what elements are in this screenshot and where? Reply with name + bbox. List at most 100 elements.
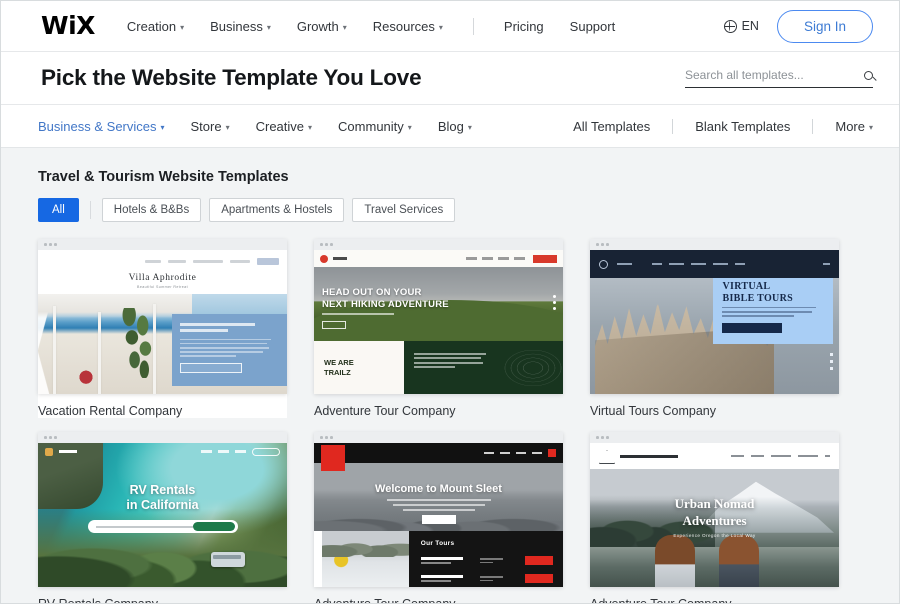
badge-line: WE ARE <box>324 357 354 367</box>
template-label: Virtual Tours Company <box>590 404 716 418</box>
category-blog[interactable]: Blog ▾ <box>438 119 472 134</box>
preview-hero: VIRTUAL BIBLE TOURS <box>590 278 839 394</box>
preview-nav-link <box>193 259 223 263</box>
chrome-dot-icon <box>44 436 47 439</box>
filter-hotels-bbs[interactable]: Hotels & B&Bs <box>101 198 202 222</box>
tour-meta-line <box>479 557 504 560</box>
browser-chrome <box>38 432 287 443</box>
link-all-templates[interactable]: All Templates <box>573 119 650 134</box>
template-label: RV Rentals Company <box>38 597 158 604</box>
preview-hero: Urban Nomad Adventures Experience Oregon… <box>590 469 839 587</box>
template-thumbnail[interactable]: RV Rentals in California <box>38 432 287 587</box>
template-card[interactable]: VIRTUAL BIBLE TOURS Virtual Tours Compan… <box>590 239 839 418</box>
chevron-down-icon: ▾ <box>266 22 271 32</box>
tours-section-title: Our Tours <box>420 540 455 547</box>
preview-logo-text <box>59 450 77 453</box>
tour-name-line <box>420 579 452 582</box>
chevron-down-icon: ▾ <box>467 122 472 132</box>
template-thumbnail[interactable]: VIRTUAL BIBLE TOURS <box>590 239 839 394</box>
template-card[interactable]: Urban Nomad Adventures Experience Oregon… <box>590 432 839 604</box>
chrome-dot-icon <box>320 436 323 439</box>
link-more[interactable]: More ▾ <box>835 119 873 134</box>
chevron-down-icon: ▾ <box>438 22 443 32</box>
template-thumbnail[interactable]: Welcome to Mount Sleet Our Tours <box>314 432 563 587</box>
filter-apartments-hostels[interactable]: Apartments & Hostels <box>209 198 345 222</box>
template-thumbnail[interactable]: Urban Nomad Adventures Experience Oregon… <box>590 432 839 587</box>
filter-travel-services[interactable]: Travel Services <box>352 198 456 222</box>
preview-cart-icon <box>548 449 556 457</box>
section-title: Travel & Tourism Website Templates <box>38 169 289 185</box>
category-label: Business & Services <box>38 118 157 134</box>
preview-navbar <box>590 443 839 469</box>
category-store[interactable]: Store ▾ <box>191 119 230 134</box>
nav-item-resources[interactable]: Resources ▾ <box>373 19 443 34</box>
nav-item-business[interactable]: Business ▾ <box>210 19 271 34</box>
title-row: Pick the Website Template You Love <box>1 52 899 105</box>
chevron-down-icon: ▾ <box>308 122 313 132</box>
preview-nav-link <box>482 257 493 260</box>
nav-item-growth[interactable]: Growth ▾ <box>297 19 347 34</box>
panel-body-line <box>180 351 264 353</box>
nav-item-creation[interactable]: Creation ▾ <box>127 19 184 34</box>
beam-graphic <box>97 311 101 394</box>
category-creative[interactable]: Creative ▾ <box>256 119 312 134</box>
template-thumbnail[interactable]: HEAD OUT ON YOUR NEXT HIKING ADVENTURE W… <box>314 239 563 394</box>
card-title-line: VIRTUAL <box>722 281 771 292</box>
preview-search-button <box>192 522 235 531</box>
slider-dot-icon <box>830 360 833 363</box>
preview-logo-icon <box>599 259 608 269</box>
template-card[interactable]: HEAD OUT ON YOUR NEXT HIKING ADVENTURE W… <box>314 239 563 418</box>
search-input[interactable] <box>685 68 858 82</box>
preview-navbar <box>314 250 563 267</box>
wix-logo[interactable]: WiX <box>41 13 95 38</box>
page-title: Pick the Website Template You Love <box>41 65 422 90</box>
template-label: Adventure Tour Company <box>590 597 732 604</box>
preview-nav-link <box>466 257 477 260</box>
category-community[interactable]: Community ▾ <box>338 119 412 134</box>
preview-headline: RV Rentals in California <box>126 483 198 513</box>
preview-nav-button <box>252 447 280 456</box>
nav-label: Business <box>210 18 263 34</box>
nav-item-pricing[interactable]: Pricing <box>504 19 544 34</box>
headline-line: Urban Nomad <box>674 496 755 511</box>
preview-nav-link <box>731 454 744 458</box>
chrome-dot-icon <box>330 243 333 246</box>
preview-nav-link <box>514 257 525 260</box>
search-bar[interactable] <box>685 68 873 88</box>
category-label: Creative <box>255 118 305 134</box>
main-navigation: Creation ▾ Business ▾ Growth ▾ Resources… <box>127 17 616 35</box>
more-label: More <box>835 118 865 134</box>
topography-graphic <box>497 345 563 391</box>
search-icon[interactable] <box>864 70 873 80</box>
rv-graphic <box>210 551 245 567</box>
nav-label: Creation <box>126 18 177 34</box>
preview-nav-icon <box>823 262 830 266</box>
chrome-dot-icon <box>596 243 599 246</box>
category-divider <box>672 118 674 134</box>
template-card[interactable]: RV Rentals in California RV Rentals Comp… <box>38 432 287 604</box>
preview-nav-link <box>771 454 791 458</box>
tour-row <box>420 556 553 565</box>
template-card[interactable]: Villa Aphrodite Beautiful Summer Retreat <box>38 239 287 418</box>
filter-all[interactable]: All <box>38 198 79 222</box>
chrome-dot-icon <box>606 436 609 439</box>
slider-dots <box>830 353 833 370</box>
template-card[interactable]: Welcome to Mount Sleet Our Tours Adventu… <box>314 432 563 603</box>
category-business-services[interactable]: Business & Services ▾ <box>38 119 165 134</box>
link-blank-templates[interactable]: Blank Templates <box>695 119 790 134</box>
template-thumbnail[interactable]: Villa Aphrodite Beautiful Summer Retreat <box>38 239 287 394</box>
card-body-line <box>722 306 816 309</box>
preview-nav-link <box>498 257 509 260</box>
card-body-line <box>722 315 794 318</box>
panel-button <box>180 363 243 374</box>
language-selector[interactable]: EN <box>723 19 759 33</box>
nav-item-support[interactable]: Support <box>570 19 616 34</box>
sign-in-button[interactable]: Sign In <box>776 9 873 43</box>
chrome-dot-icon <box>49 243 52 246</box>
panel-body-line <box>180 338 272 341</box>
preview-nav-button <box>533 254 557 263</box>
headline-line: Adventures <box>682 513 747 528</box>
preview-subtext-line <box>392 504 485 506</box>
flower-graphic <box>77 369 94 388</box>
chevron-down-icon: ▾ <box>868 122 873 132</box>
